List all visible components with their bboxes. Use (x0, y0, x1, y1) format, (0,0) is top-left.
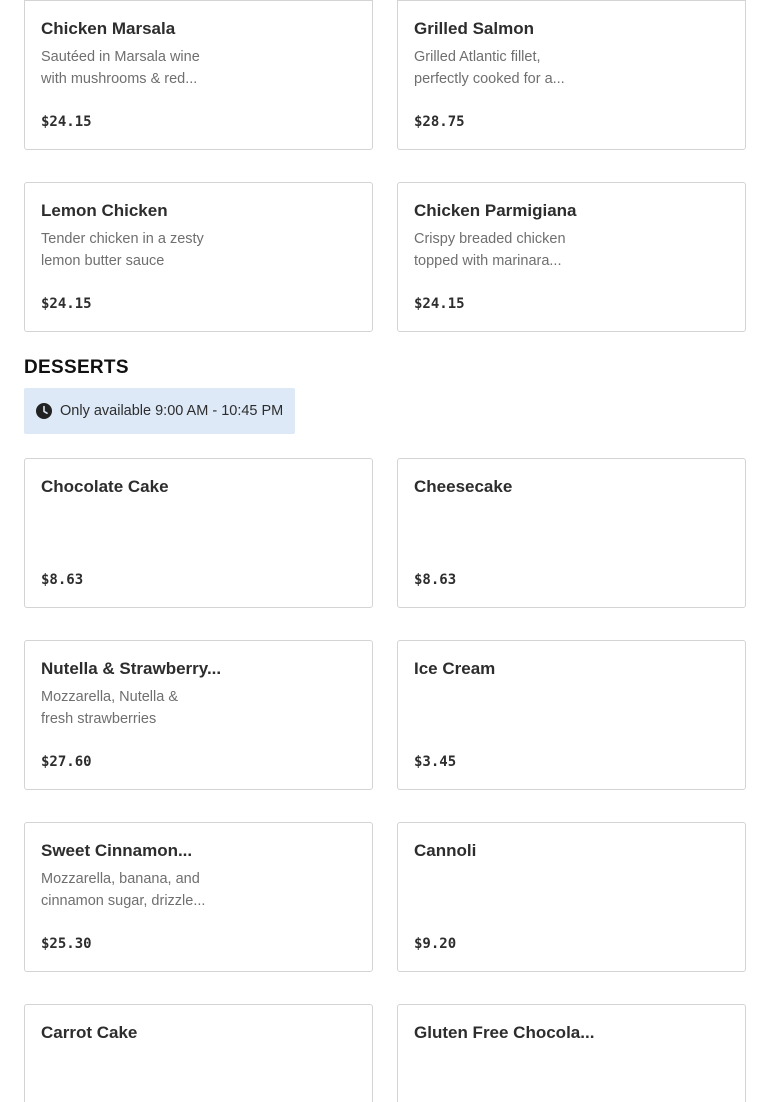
menu-item-description: Tender chicken in a zesty lemon butter s… (41, 231, 204, 269)
entrees-grid: Chicken Marsala Sautéed in Marsala wine … (24, 0, 746, 332)
section-title-desserts: DESSERTS (24, 357, 129, 378)
menu-item-card[interactable]: Carrot Cake (24, 1004, 373, 1102)
menu-item-card[interactable]: Cannoli $9.20 (397, 822, 746, 972)
menu-item-description: Mozzarella, Nutella & fresh strawberries (41, 689, 178, 727)
menu-item-name: Chicken Parmigiana (414, 201, 577, 220)
menu-item-card[interactable]: Gluten Free Chocola... (397, 1004, 746, 1102)
menu-item-price: $24.15 (41, 114, 92, 130)
menu-item-name: Chicken Marsala (41, 19, 176, 38)
menu-item-description: Sautéed in Marsala wine with mushrooms &… (41, 49, 200, 87)
menu-item-name: Ice Cream (414, 659, 496, 678)
menu-item-card[interactable]: Grilled Salmon Grilled Atlantic fillet, … (397, 0, 746, 150)
menu-item-name: Lemon Chicken (41, 201, 168, 220)
desserts-grid: Chocolate Cake $8.63 Cheesecake $8.63 Nu… (24, 458, 746, 1102)
menu-item-price: $8.63 (41, 572, 84, 588)
menu-item-description: Grilled Atlantic fillet, perfectly cooke… (414, 49, 565, 87)
menu-item-price: $25.30 (41, 936, 92, 952)
menu-item-name: Carrot Cake (41, 1023, 138, 1042)
menu-item-description: Mozzarella, banana, and cinnamon sugar, … (41, 871, 206, 909)
menu-item-name: Cheesecake (414, 477, 513, 496)
menu-item-name: Sweet Cinnamon... (41, 841, 193, 860)
menu-item-name: Cannoli (414, 841, 477, 860)
menu-page: Chicken Marsala Sautéed in Marsala wine … (0, 0, 770, 1102)
availability-text: Only available 9:00 AM - 10:45 PM (60, 403, 284, 419)
menu-item-card[interactable]: Lemon Chicken Tender chicken in a zesty … (24, 182, 373, 332)
menu-item-price: $3.45 (414, 754, 457, 770)
menu-item-card[interactable]: Cheesecake $8.63 (397, 458, 746, 608)
availability-banner: Only available 9:00 AM - 10:45 PM (24, 388, 296, 434)
menu-item-card[interactable]: Nutella & Strawberry... Mozzarella, Nute… (24, 640, 373, 790)
menu-item-name: Nutella & Strawberry... (41, 659, 222, 678)
menu-item-card[interactable]: Chicken Marsala Sautéed in Marsala wine … (24, 0, 373, 150)
menu-item-card[interactable]: Sweet Cinnamon... Mozzarella, banana, an… (24, 822, 373, 972)
menu-item-name: Grilled Salmon (414, 19, 534, 38)
menu-item-price: $24.15 (41, 296, 92, 312)
menu-item-card[interactable]: Ice Cream $3.45 (397, 640, 746, 790)
menu-item-name: Gluten Free Chocola... (414, 1023, 595, 1042)
menu-item-price: $8.63 (414, 572, 457, 588)
menu-item-price: $9.20 (414, 936, 457, 952)
clock-icon (36, 403, 52, 419)
menu-item-price: $24.15 (414, 296, 465, 312)
menu-item-card[interactable]: Chocolate Cake $8.63 (24, 458, 373, 608)
menu-item-price: $28.75 (414, 114, 465, 130)
menu-item-card[interactable]: Chicken Parmigiana Crispy breaded chicke… (397, 182, 746, 332)
menu-item-price: $27.60 (41, 754, 92, 770)
menu-item-name: Chocolate Cake (41, 477, 169, 496)
menu-item-description: Crispy breaded chicken topped with marin… (414, 231, 566, 269)
